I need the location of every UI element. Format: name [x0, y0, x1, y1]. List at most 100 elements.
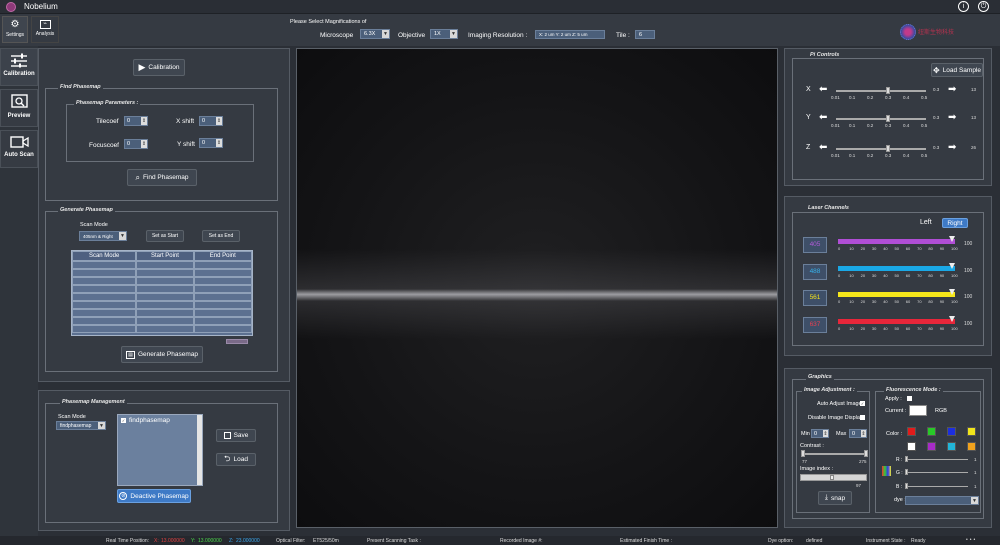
color-swatch[interactable] — [967, 427, 976, 436]
color-swatch[interactable] — [907, 442, 916, 451]
contrast-thumb-high[interactable] — [864, 450, 868, 457]
color-swatch[interactable] — [947, 427, 956, 436]
focuscoef-spinner[interactable]: 0 ⇕ — [124, 139, 148, 149]
find-phasemap-button[interactable]: ⌕ Find Phasemap — [127, 169, 197, 186]
right-toggle[interactable]: Right — [942, 218, 968, 228]
table-row[interactable] — [72, 261, 252, 269]
arrow-right-icon[interactable]: ➡ — [948, 142, 956, 153]
checkbox-checked-icon[interactable]: ✓ — [121, 418, 126, 423]
calibration-button[interactable]: ▶ Calibration — [133, 59, 185, 76]
dye-select[interactable]: ▼ — [905, 496, 979, 505]
table-row[interactable] — [72, 325, 252, 333]
pi-axis-slider[interactable] — [836, 148, 926, 150]
max-spinner[interactable]: 0 ⇕ — [849, 429, 867, 438]
set-as-end-button[interactable]: Set as End — [202, 230, 240, 242]
pi-axis-thumb[interactable] — [886, 115, 890, 122]
arrow-left-icon[interactable]: ⬅ — [819, 142, 827, 153]
power-icon[interactable]: ⏻ — [978, 1, 989, 12]
laser-power-bar[interactable] — [838, 266, 955, 271]
laser-power-bar[interactable] — [838, 239, 955, 244]
pi-axis-tick: 0.4 — [903, 153, 910, 158]
phasemap-list[interactable]: ✓ findphasemap — [117, 414, 203, 486]
table-row[interactable] — [72, 317, 252, 325]
save-button[interactable]: Save — [216, 429, 256, 442]
laser-power-bar[interactable] — [838, 319, 955, 324]
load-button[interactable]: ⮌ Load — [216, 453, 256, 466]
disable-display-checkbox[interactable] — [860, 415, 865, 420]
left-nav: Calibration Preview Auto Scan — [0, 46, 38, 536]
rgb-cube-icon — [882, 466, 891, 476]
max-value: 0 — [852, 430, 856, 437]
deactive-phasemap-button[interactable]: ⊘ Deactive Phasemap — [117, 489, 191, 503]
pi-controls-title: Pi Controls — [808, 52, 842, 58]
generate-phasemap-button[interactable]: ▤ Generate Phasemap — [121, 346, 203, 363]
color-swatch[interactable] — [907, 427, 916, 436]
arrow-right-icon[interactable]: ➡ — [948, 112, 956, 123]
arrow-left-icon[interactable]: ⬅ — [819, 112, 827, 123]
contrast-thumb-low[interactable] — [801, 450, 805, 457]
r-slider[interactable] — [906, 459, 968, 460]
table-row[interactable] — [72, 277, 252, 285]
left-toggle[interactable]: Left — [920, 219, 932, 226]
table-row[interactable] — [72, 293, 252, 301]
settings-button[interactable]: ⚙ Settings — [2, 16, 28, 43]
objective-select[interactable]: 1X ▼ — [430, 29, 458, 39]
nav-auto-scan[interactable]: Auto Scan — [0, 130, 38, 168]
color-swatch[interactable] — [967, 442, 976, 451]
chevron-down-icon: ▼ — [382, 30, 389, 38]
laser-tick: 100 — [951, 326, 958, 331]
list-scrollbar[interactable] — [197, 415, 202, 485]
right-toggle-label: Right — [947, 219, 963, 227]
color-swatch[interactable] — [927, 442, 936, 451]
laser-tick: 60 — [905, 246, 911, 251]
image-viewer[interactable] — [296, 48, 778, 528]
microscope-select[interactable]: 6.3X ▼ — [360, 29, 390, 39]
table-row[interactable] — [72, 309, 252, 317]
laser-channel-name[interactable]: 561 — [803, 290, 827, 306]
pi-axis-slider[interactable] — [836, 118, 926, 120]
contrast-slider[interactable] — [801, 453, 867, 455]
list-item[interactable]: ✓ findphasemap — [118, 415, 202, 426]
nav-preview[interactable]: Preview — [0, 89, 38, 127]
generate-phasemap-title: Generate Phasemap — [58, 207, 115, 213]
image-index-thumb[interactable] — [830, 475, 834, 480]
laser-channel-name[interactable]: 405 — [803, 237, 827, 253]
g-thumb[interactable] — [905, 469, 908, 475]
analysis-button[interactable]: ⌁ Analysis — [31, 16, 59, 43]
table-row[interactable] — [72, 269, 252, 277]
b-thumb[interactable] — [905, 483, 908, 489]
xshift-spinner[interactable]: 0 ⇕ — [199, 116, 223, 126]
phasemap-table[interactable]: Scan Mode Start Point End Point — [71, 250, 253, 336]
mgmt-scan-mode-select[interactable]: findphasemap ▼ — [56, 421, 106, 430]
table-row[interactable] — [72, 301, 252, 309]
laser-power-bar[interactable] — [838, 292, 955, 297]
yshift-spinner[interactable]: 0 ⇕ — [199, 138, 223, 148]
table-row[interactable] — [72, 285, 252, 293]
min-spinner[interactable]: 0 ⇕ — [811, 429, 829, 438]
color-swatch[interactable] — [947, 442, 956, 451]
gen-scan-mode-select[interactable]: 405nm & Right ▼ — [79, 231, 127, 241]
tilecoef-spinner[interactable]: 0 ⇕ — [124, 116, 148, 126]
b-slider[interactable] — [906, 486, 968, 487]
r-thumb[interactable] — [905, 456, 908, 462]
apply-checkbox[interactable] — [907, 396, 912, 401]
app-logo-icon — [6, 2, 16, 12]
pi-axis-slider[interactable] — [836, 90, 926, 92]
auto-adjust-checkbox[interactable]: ✓ — [860, 401, 865, 406]
nav-calibration[interactable]: Calibration — [0, 48, 38, 86]
arrow-left-icon[interactable]: ⬅ — [819, 84, 827, 95]
info-icon[interactable]: i — [958, 1, 969, 12]
load-sample-button[interactable]: ✥ Load Sample — [931, 63, 983, 77]
arrow-right-icon[interactable]: ➡ — [948, 84, 956, 95]
pi-axis-thumb[interactable] — [886, 145, 890, 152]
pi-axis-thumb[interactable] — [886, 87, 890, 94]
tile-field[interactable]: 6 — [635, 30, 655, 39]
laser-channel-name[interactable]: 637 — [803, 317, 827, 333]
color-swatch[interactable] — [927, 427, 936, 436]
focuscoef-label: Focuscoef — [89, 142, 119, 149]
laser-channel-name[interactable]: 488 — [803, 264, 827, 280]
g-slider[interactable] — [906, 472, 968, 473]
snap-button[interactable]: ⤓ snap — [818, 491, 852, 505]
set-as-start-button[interactable]: Set as Start — [146, 230, 184, 242]
r-value: 1 — [974, 457, 977, 462]
